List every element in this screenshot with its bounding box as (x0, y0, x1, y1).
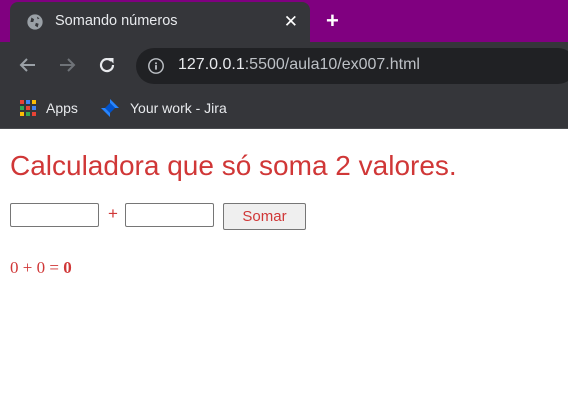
tab-title: Somando números (55, 13, 178, 29)
close-tab-icon[interactable]: ✕ (284, 12, 298, 32)
second-number-input[interactable] (125, 203, 214, 227)
url-host: 127.0.0.1 (178, 56, 245, 73)
globe-icon (27, 14, 43, 30)
result-expression: 0 + 0 = (10, 258, 64, 277)
info-icon[interactable] (147, 57, 165, 75)
bookmarks-bar: Apps Your work - Jira (0, 89, 568, 129)
result-text: 0 + 0 = 0 (10, 258, 72, 278)
plus-sign: + (108, 204, 118, 223)
first-number-input[interactable] (10, 203, 99, 227)
bookmark-label: Your work - Jira (130, 100, 227, 116)
new-tab-icon[interactable]: + (326, 8, 339, 34)
url-path: :5500/aula10/ex007.html (244, 56, 420, 73)
back-arrow-icon[interactable] (16, 53, 40, 77)
bookmark-label: Apps (46, 100, 78, 116)
sum-button[interactable]: Somar (223, 203, 306, 230)
bookmark-apps[interactable]: Apps (20, 98, 78, 118)
page-content: Calculadora que só soma 2 valores. + Som… (0, 129, 568, 408)
forward-arrow-icon[interactable] (55, 53, 79, 77)
jira-icon (101, 99, 119, 117)
browser-tab[interactable]: Somando números ✕ (10, 2, 310, 42)
page-title: Calculadora que só soma 2 valores. (10, 150, 457, 181)
result-sum: 0 (63, 258, 72, 277)
apps-grid-icon (20, 100, 36, 116)
url-text[interactable]: 127.0.0.1:5500/aula10/ex007.html (178, 56, 420, 74)
reload-icon[interactable] (95, 53, 119, 77)
tab-strip: Somando números ✕ + (0, 0, 568, 42)
bookmark-jira[interactable]: Your work - Jira (100, 98, 227, 118)
